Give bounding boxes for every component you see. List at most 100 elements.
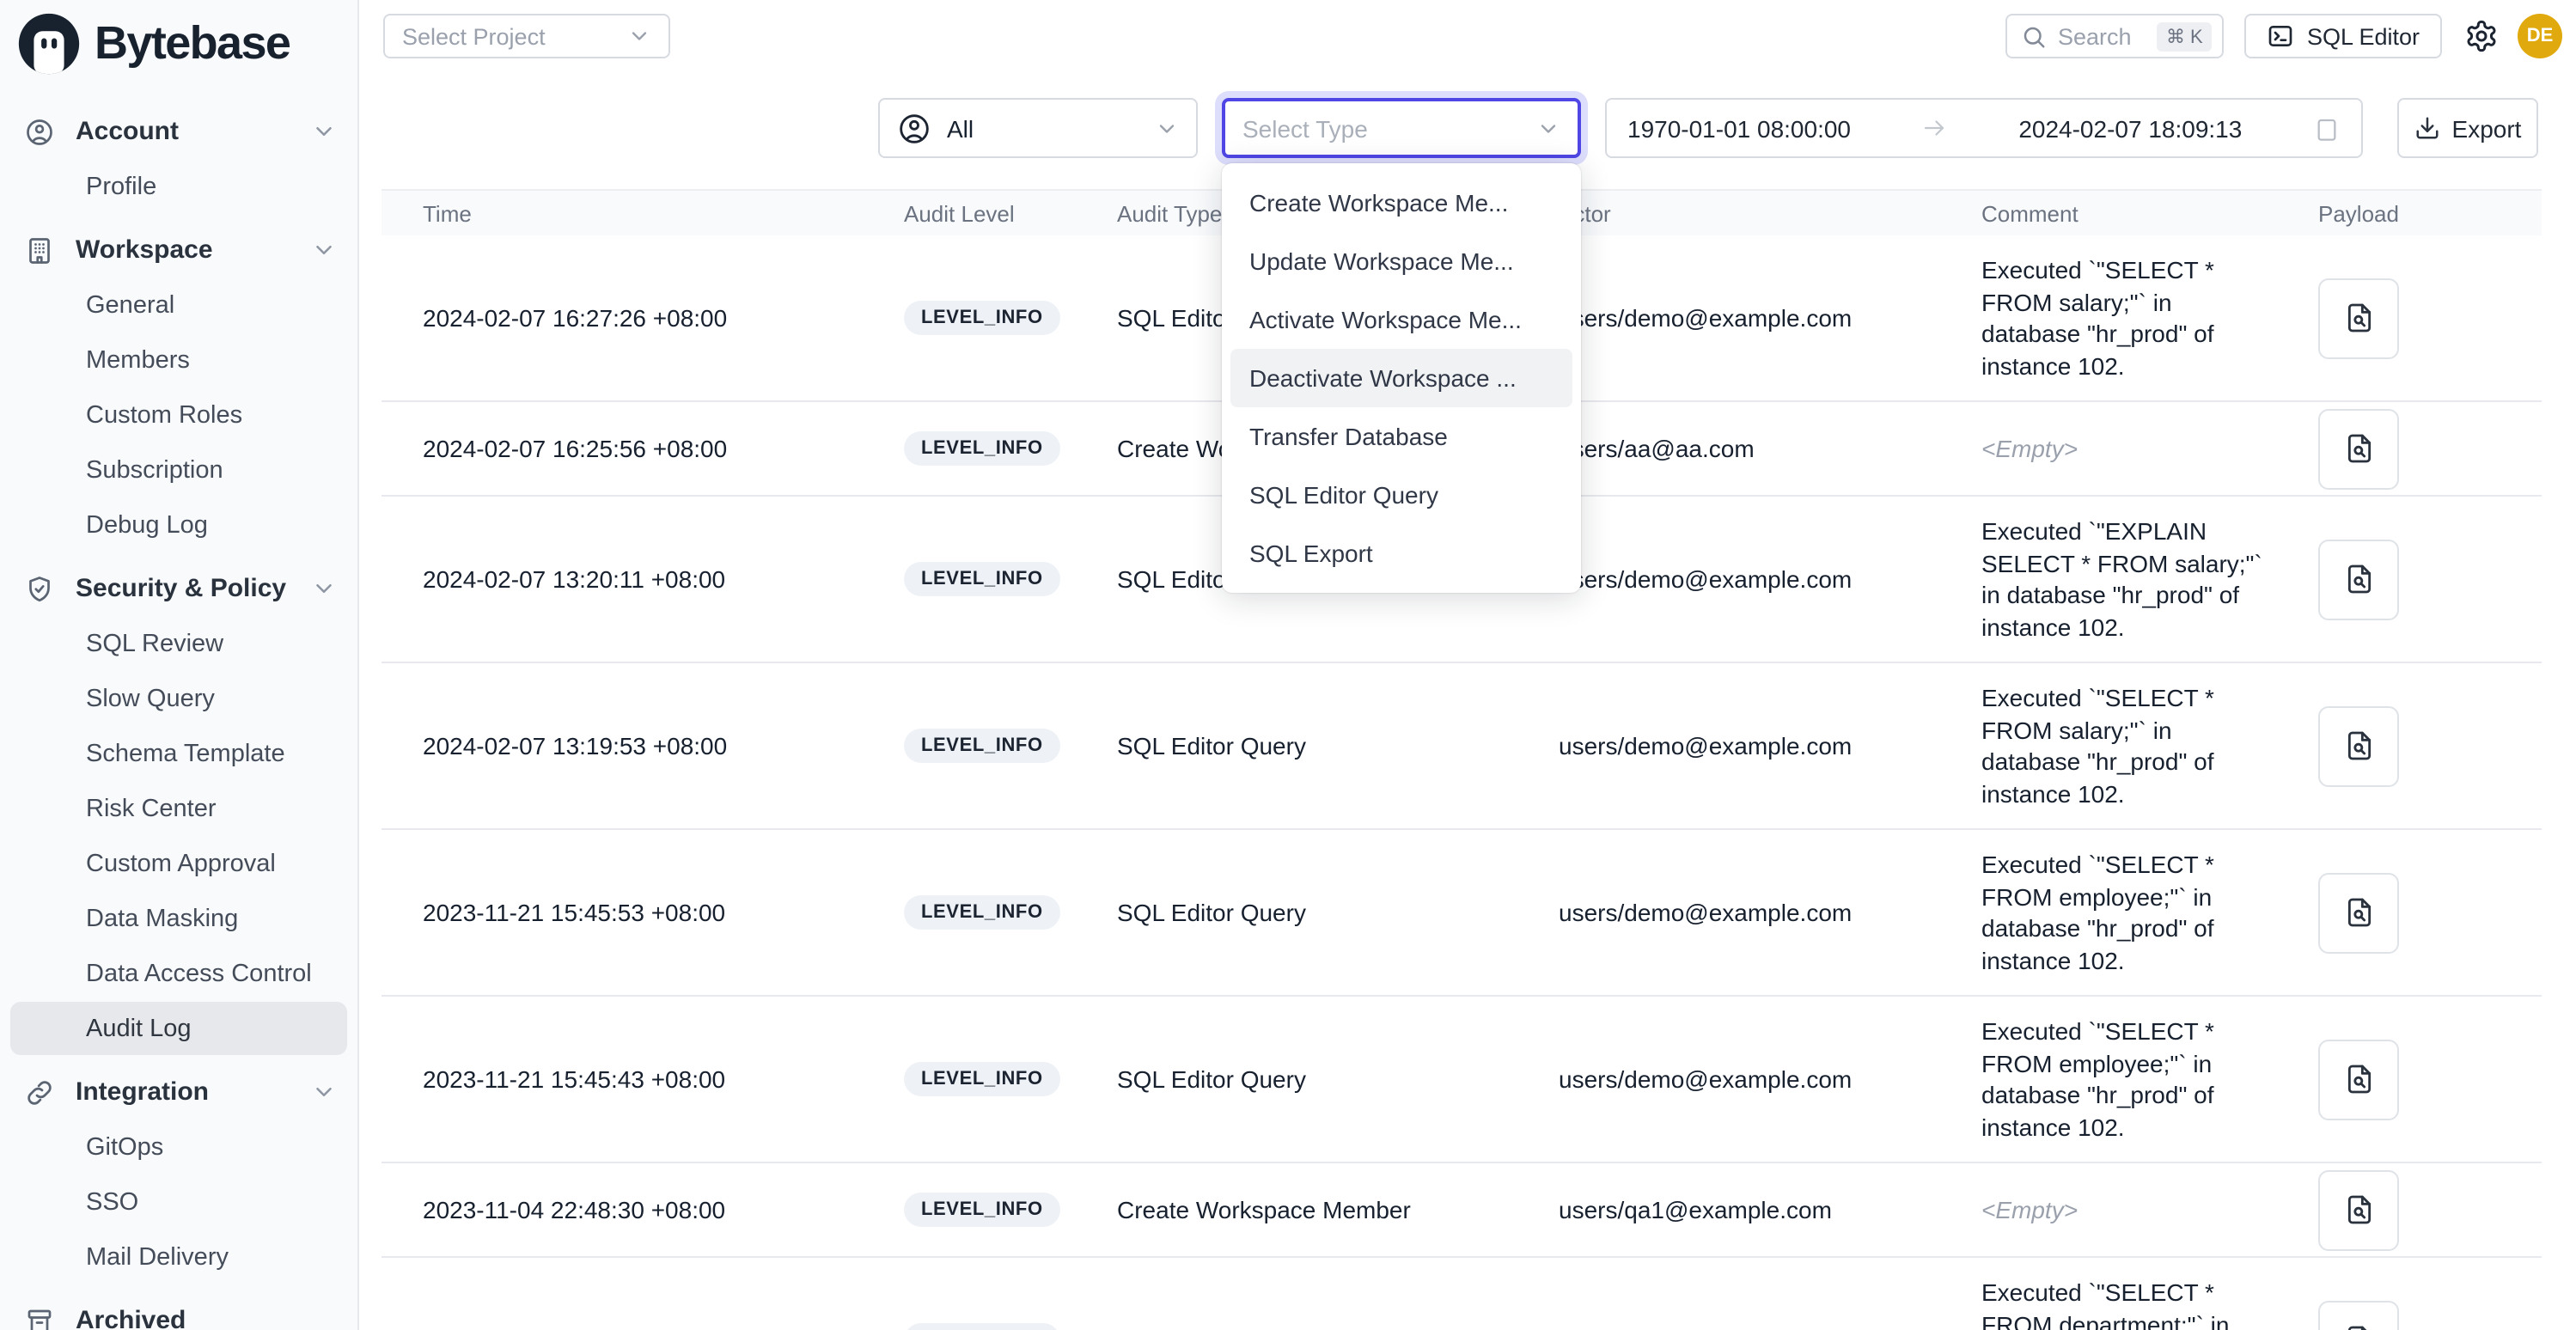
cell-audit-level: LEVEL_INFO xyxy=(863,301,1076,335)
filter-bar: All Select Type 1970-01-01 08:00:00 2024… xyxy=(359,98,2576,158)
payload-button[interactable] xyxy=(2318,872,2399,953)
table-row: 2024-02-07 13:19:53 +08:00 LEVEL_INFO SQ… xyxy=(382,663,2542,830)
sidebar-item-subscription[interactable]: Subscription xyxy=(10,443,347,497)
main-area: Select Project ⌘ K SQL Editor xyxy=(359,0,2576,1330)
payload-button[interactable] xyxy=(2318,705,2399,786)
sidebar-item-audit-log[interactable]: Audit Log xyxy=(10,1002,347,1055)
cell-audit-level: LEVEL_INFO xyxy=(863,895,1076,930)
level-badge: LEVEL_INFO xyxy=(904,431,1060,466)
building-icon xyxy=(24,235,55,265)
sidebar-section-integration[interactable]: Integration xyxy=(0,1065,357,1119)
cell-comment: <Empty> xyxy=(1940,414,2277,484)
brand-logo[interactable]: Bytebase xyxy=(0,0,357,84)
search-icon xyxy=(2022,23,2048,49)
sidebar-item-sql-review[interactable]: SQL Review xyxy=(10,617,347,670)
payload-button[interactable] xyxy=(2318,1300,2399,1330)
sidebar-item-custom-approval[interactable]: Custom Approval xyxy=(10,837,347,890)
cell-audit-level: LEVEL_INFO xyxy=(863,431,1076,466)
cell-comment: Executed `"SELECT * FROM salary;"` in da… xyxy=(1940,663,2277,828)
sidebar-item-custom-roles[interactable]: Custom Roles xyxy=(10,388,347,442)
sidebar-section-archived[interactable]: Archived xyxy=(0,1294,357,1330)
cell-comment: Executed `"SELECT * FROM employee;"` in … xyxy=(1940,830,2277,995)
menu-item-transfer-database[interactable]: Transfer Database xyxy=(1230,407,1572,466)
payload-button[interactable] xyxy=(2318,539,2399,619)
sidebar-item-data-masking[interactable]: Data Masking xyxy=(10,892,347,945)
payload-button[interactable] xyxy=(2318,1039,2399,1120)
cell-actor: users/qa1@example.com xyxy=(1517,1196,1940,1223)
search-shortcut-kbd: ⌘ K xyxy=(2158,21,2212,51)
cell-actor: users/demo@example.com xyxy=(1517,1065,1940,1093)
cell-payload xyxy=(2277,1300,2542,1330)
menu-item-create-workspace-me[interactable]: Create Workspace Me... xyxy=(1230,174,1572,232)
chevron-down-icon xyxy=(311,119,337,144)
type-filter-dropdown: Create Workspace Me...Update Workspace M… xyxy=(1222,163,1581,593)
cell-comment: Executed `"EXPLAIN SELECT * FROM salary;… xyxy=(1940,497,2277,662)
avatar[interactable]: DE xyxy=(2518,14,2562,58)
actor-filter-select[interactable]: All xyxy=(878,98,1198,158)
sql-editor-label: SQL Editor xyxy=(2307,23,2420,49)
search-box[interactable]: ⌘ K xyxy=(2006,14,2225,58)
menu-item-activate-workspace-me[interactable]: Activate Workspace Me... xyxy=(1230,290,1572,349)
export-button[interactable]: Export xyxy=(2397,98,2538,158)
sidebar: Bytebase Account Profile Workspace Gener… xyxy=(0,0,359,1330)
type-filter-select[interactable]: Select Type xyxy=(1222,98,1581,158)
payload-button[interactable] xyxy=(2318,278,2399,358)
topbar-right: ⌘ K SQL Editor DE xyxy=(2006,14,2562,58)
menu-item-deactivate-workspace[interactable]: Deactivate Workspace ... xyxy=(1230,349,1572,407)
link-icon xyxy=(24,1077,55,1107)
level-badge: LEVEL_INFO xyxy=(904,1323,1060,1330)
shield-check-icon xyxy=(24,573,55,604)
col-header-time: Time xyxy=(382,200,863,226)
archive-icon xyxy=(24,1305,55,1330)
sidebar-item-members[interactable]: Members xyxy=(10,333,347,387)
sidebar-item-slow-query[interactable]: Slow Query xyxy=(10,672,347,725)
cell-time: 2023-11-21 15:45:43 +08:00 xyxy=(382,1065,863,1093)
sql-editor-button[interactable]: SQL Editor xyxy=(2245,14,2442,58)
search-input[interactable] xyxy=(2058,23,2147,49)
file-search-icon xyxy=(2341,729,2376,763)
menu-item-sql-export[interactable]: SQL Export xyxy=(1230,524,1572,583)
chevron-down-icon xyxy=(1155,116,1179,140)
cell-time: 2024-02-07 16:25:56 +08:00 xyxy=(382,435,863,462)
cell-comment: Executed `"SELECT * FROM department;"` i… xyxy=(1940,1258,2277,1330)
sidebar-section-account[interactable]: Account xyxy=(0,105,357,158)
sidebar-item-sso[interactable]: SSO xyxy=(10,1175,347,1229)
gear-icon[interactable] xyxy=(2464,19,2499,53)
level-badge: LEVEL_INFO xyxy=(904,1193,1060,1227)
payload-button[interactable] xyxy=(2318,408,2399,489)
brand-name: Bytebase xyxy=(95,17,290,70)
cell-audit-level: LEVEL_INFO xyxy=(863,1323,1076,1330)
sidebar-item-schema-template[interactable]: Schema Template xyxy=(10,727,347,780)
cell-time: 2023-11-04 01:26:34 +08:00 xyxy=(382,1327,863,1330)
cell-audit-level: LEVEL_INFO xyxy=(863,1193,1076,1227)
sidebar-item-general[interactable]: General xyxy=(10,278,347,332)
col-header-comment: Comment xyxy=(1940,200,2277,226)
sidebar-item-mail-delivery[interactable]: Mail Delivery xyxy=(10,1230,347,1284)
export-label: Export xyxy=(2452,114,2522,142)
sidebar-item-data-access-control[interactable]: Data Access Control xyxy=(10,947,347,1000)
sidebar-section-security-policy[interactable]: Security & Policy xyxy=(0,562,357,615)
chevron-down-icon xyxy=(627,24,651,48)
sidebar-item-profile[interactable]: Profile xyxy=(10,160,347,213)
project-select[interactable]: Select Project xyxy=(383,14,670,58)
menu-item-sql-editor-query[interactable]: SQL Editor Query xyxy=(1230,466,1572,524)
menu-item-update-workspace-me[interactable]: Update Workspace Me... xyxy=(1230,232,1572,290)
sidebar-item-gitops[interactable]: GitOps xyxy=(10,1120,347,1174)
sidebar-item-risk-center[interactable]: Risk Center xyxy=(10,782,347,835)
cell-comment: Executed `"SELECT * FROM salary;"` in da… xyxy=(1940,235,2277,400)
cell-audit-type: SQL Editor Query xyxy=(1076,1327,1517,1330)
payload-button[interactable] xyxy=(2318,1169,2399,1250)
file-search-icon xyxy=(2341,562,2376,596)
cell-payload xyxy=(2277,278,2542,358)
date-range-picker[interactable]: 1970-01-01 08:00:00 2024-02-07 18:09:13 xyxy=(1605,98,2363,158)
cell-time: 2023-11-04 22:48:30 +08:00 xyxy=(382,1196,863,1223)
table-row: 2023-11-21 15:45:43 +08:00 LEVEL_INFO SQ… xyxy=(382,997,2542,1163)
sidebar-section-workspace[interactable]: Workspace xyxy=(0,223,357,277)
chevron-down-icon xyxy=(1536,116,1560,140)
sidebar-item-debug-log[interactable]: Debug Log xyxy=(10,498,347,552)
cell-time: 2024-02-07 16:27:26 +08:00 xyxy=(382,304,863,332)
download-icon xyxy=(2414,115,2440,141)
level-badge: LEVEL_INFO xyxy=(904,562,1060,596)
cell-time: 2023-11-21 15:45:53 +08:00 xyxy=(382,899,863,926)
cell-actor: users/demo@example.com xyxy=(1517,1327,1940,1330)
